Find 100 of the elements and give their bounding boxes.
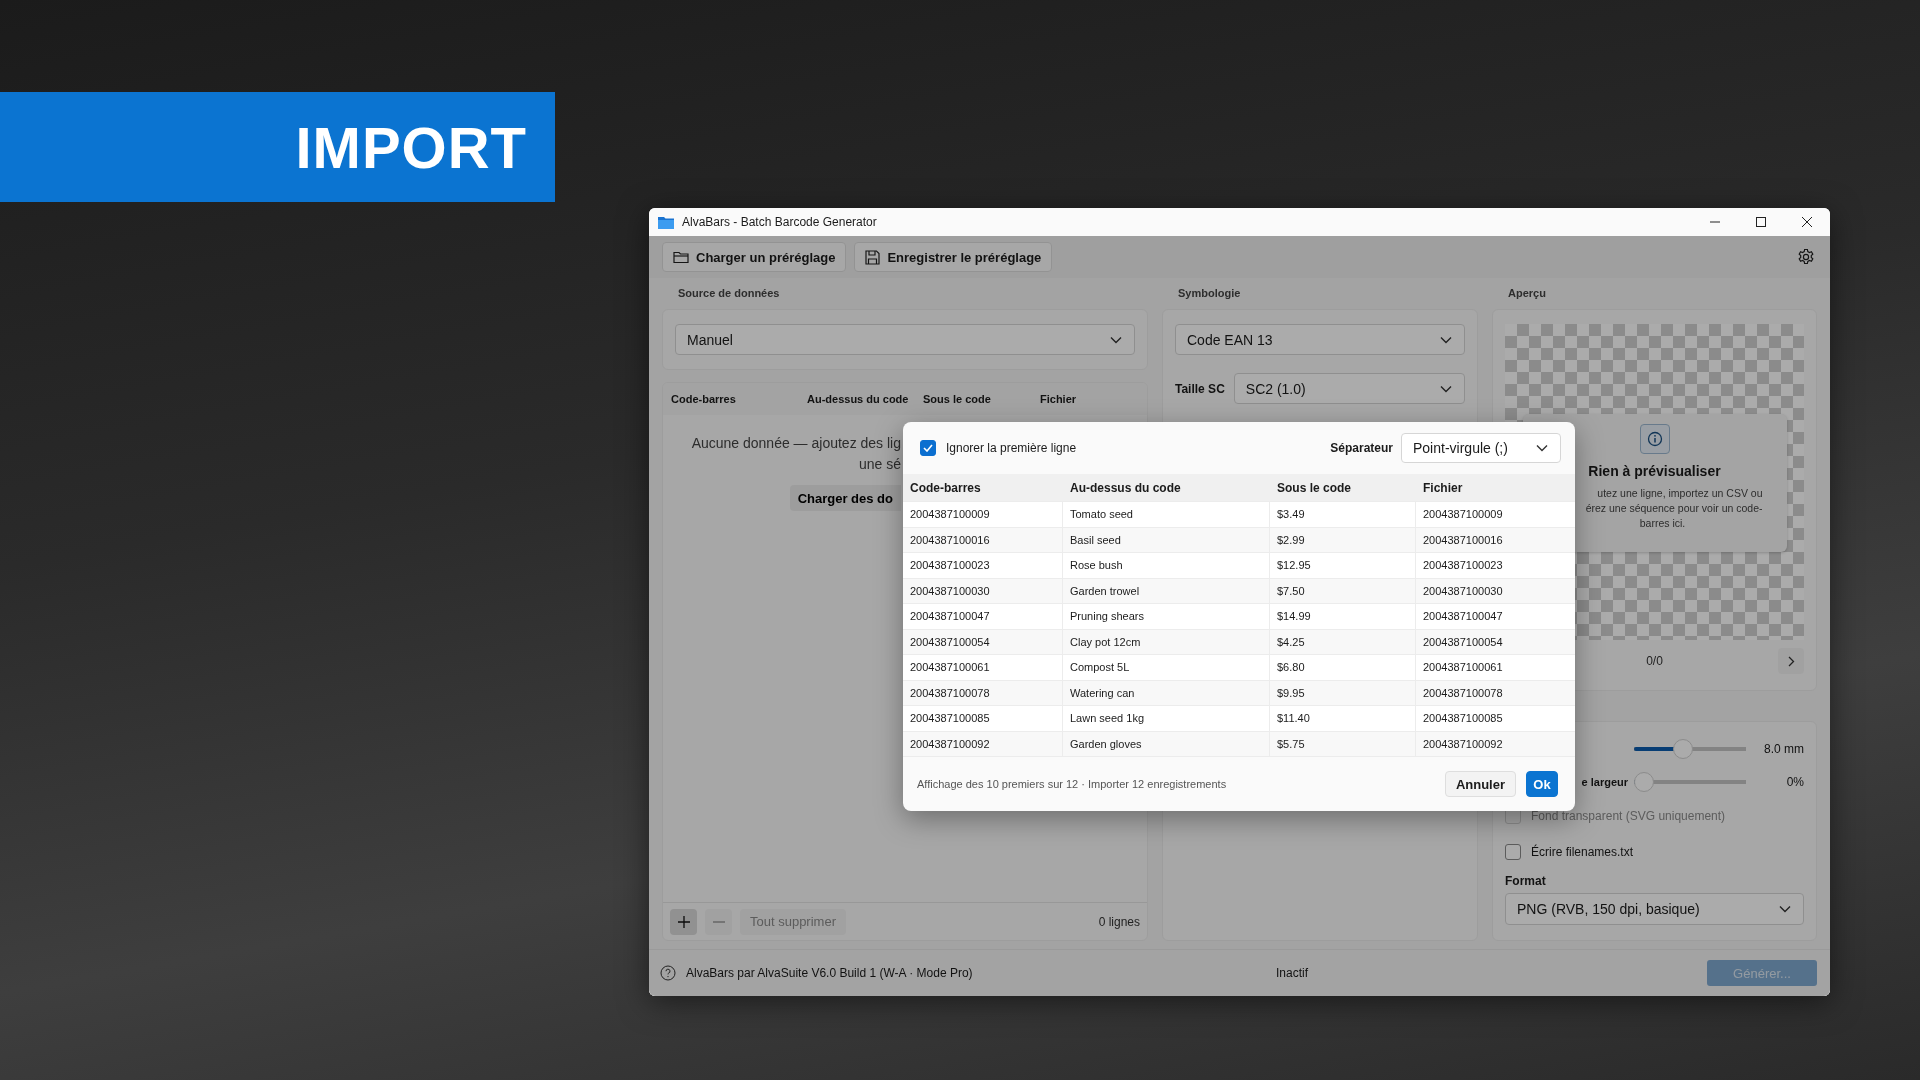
table-cell-text: 2004387100009 [1422,507,1504,523]
table-cell: Garden trowel [1063,578,1270,603]
chevron-down-icon [1440,384,1452,393]
checkbox[interactable] [920,440,936,456]
status-text: AlvaBars par AlvaSuite V6.0 Build 1 (W-A · Mode Pro) [686,966,974,980]
table-cell: Pruning shears [1063,604,1270,629]
table-cell: $12.95 [1270,553,1416,578]
field-label: Format [1505,874,1547,888]
column-header: Fichier [1422,479,1464,497]
table-cell: 2004387100085 [903,706,1063,731]
close-icon [1801,216,1813,228]
slider-value: 8.0 mm [1764,741,1804,756]
checkbox-label: Fond transparent (SVG uniquement) [1531,809,1726,823]
table-cell-text: 2004387100016 [1422,532,1504,548]
save-preset-button[interactable]: Enregistrer le préréglage [854,242,1053,272]
ok-button[interactable]: Ok [1526,771,1558,797]
table-cell-text: 2004387100092 [1422,736,1504,752]
settings-icon [1797,248,1815,266]
slider-thumb[interactable] [1672,738,1693,759]
chevron-down-icon [1779,905,1791,913]
preview-message: utez une ligne, importez un CSV ou [1597,486,1763,501]
symbology-dropdown[interactable]: Code EAN 13 [1175,324,1465,355]
preview-message: érez une séquence pour voir un code- [1585,501,1763,516]
empty-message: Aucune donnée — ajoutez des lig [691,434,901,453]
table-cell-text: 2004387100054 [1422,634,1504,650]
status-state: Inactif [1276,966,1309,980]
chevron-down-icon [1440,335,1452,344]
table-cell: Garden gloves [1063,731,1270,756]
preview-message: barres ici. [1638,516,1686,531]
section-label: Source de données [677,286,781,301]
table-cell: 2004387100030 [903,578,1063,603]
field-label: Taille SC [1175,381,1225,396]
table-cell: 2004387100078 [903,680,1063,705]
folder-icon [673,250,689,264]
slider-thumb[interactable] [1634,771,1654,792]
add-button[interactable] [670,908,697,935]
slider-value: 0% [1786,774,1804,789]
empty-message: une sé [858,455,901,474]
chevron-right-icon [1787,655,1795,667]
table-cell: Basil seed [1063,527,1270,552]
table-cell: $5.75 [1270,731,1416,756]
table-cell: $2.99 [1270,527,1416,552]
table-cell: 2004387100023 [903,553,1063,578]
maximize-icon [1755,216,1767,228]
table-cell: 2004387100016 [903,527,1063,552]
plus-icon [677,915,690,928]
table-cell: 2004387100061 [903,655,1063,680]
table-cell: $4.25 [1270,629,1416,654]
column-header: Au-dessus du code [1069,479,1182,497]
format-dropdown[interactable]: PNG (RVB, 150 dpi, basique) [1505,893,1804,925]
table-cell: Tomato seed [1063,502,1270,527]
field-label: Séparateur [1330,441,1393,455]
table-cell: $3.49 [1270,502,1416,527]
check-icon [923,444,933,452]
section-label: Symbologie [1177,286,1242,301]
source-dropdown[interactable]: Manuel [675,324,1135,355]
table-cell: Rose bush [1063,553,1270,578]
checkbox-label: Ignorer la première ligne [946,441,1077,455]
column-header: Code-barres [909,479,982,497]
checkbox-label: Écrire filenames.txt [1531,845,1634,859]
table-cell: $11.40 [1270,706,1416,731]
chevron-down-icon [1536,444,1548,452]
table-cell: 2004387100092 [903,731,1063,756]
table-cell: Compost 5L [1063,655,1270,680]
next-button[interactable] [1778,648,1804,674]
table-cell: 2004387100009 [903,502,1063,527]
table-cell: Lawn seed 1kg [1063,706,1270,731]
table-cell-text: 2004387100078 [1422,685,1504,701]
load-data-button[interactable]: Charger des do [789,485,901,511]
preview-title: Rien à prévisualiser [1588,463,1721,479]
table-cell: $14.99 [1270,604,1416,629]
column-header: Sous le code [923,393,992,405]
table-cell-text: 2004387100030 [1422,583,1504,599]
column-header: Code-barres [671,393,737,405]
table-cell-text: 2004387100047 [1422,609,1504,625]
table-cell: $7.50 [1270,578,1416,603]
load-preset-button[interactable]: Charger un préréglage [662,242,847,272]
column-header: Sous le code [1276,479,1353,497]
table-cell: $6.80 [1270,655,1416,680]
column-header: Au-dessus du code [807,393,910,405]
size-dropdown[interactable]: SC2 (1.0) [1233,373,1465,404]
page-counter: 0/0 [1646,654,1663,668]
row-count: 0 lignes [1098,914,1140,929]
chevron-down-icon [1110,335,1122,344]
cancel-button[interactable]: Annuler [1444,771,1516,797]
table-cell-text: 2004387100023 [1422,558,1504,574]
info-icon [1646,431,1663,447]
column-header: Fichier [1040,393,1078,405]
checkbox[interactable] [1505,844,1521,860]
banner-title: IMPORT [295,113,527,181]
slider-label: e largeur [1581,775,1628,788]
table-cell: 2004387100047 [903,604,1063,629]
table-cell-text: 2004387100061 [1422,660,1504,676]
table-cell: $9.95 [1270,680,1416,705]
separator-dropdown[interactable]: Point-virgule (;) [1401,433,1561,463]
table-cell: Watering can [1063,680,1270,705]
app-icon [658,215,674,229]
save-icon [865,249,881,265]
table-cell-text: 2004387100085 [1422,711,1504,727]
import-summary: Affichage des 10 premiers sur 12 · Importer 12 enregistrements [917,778,1227,790]
